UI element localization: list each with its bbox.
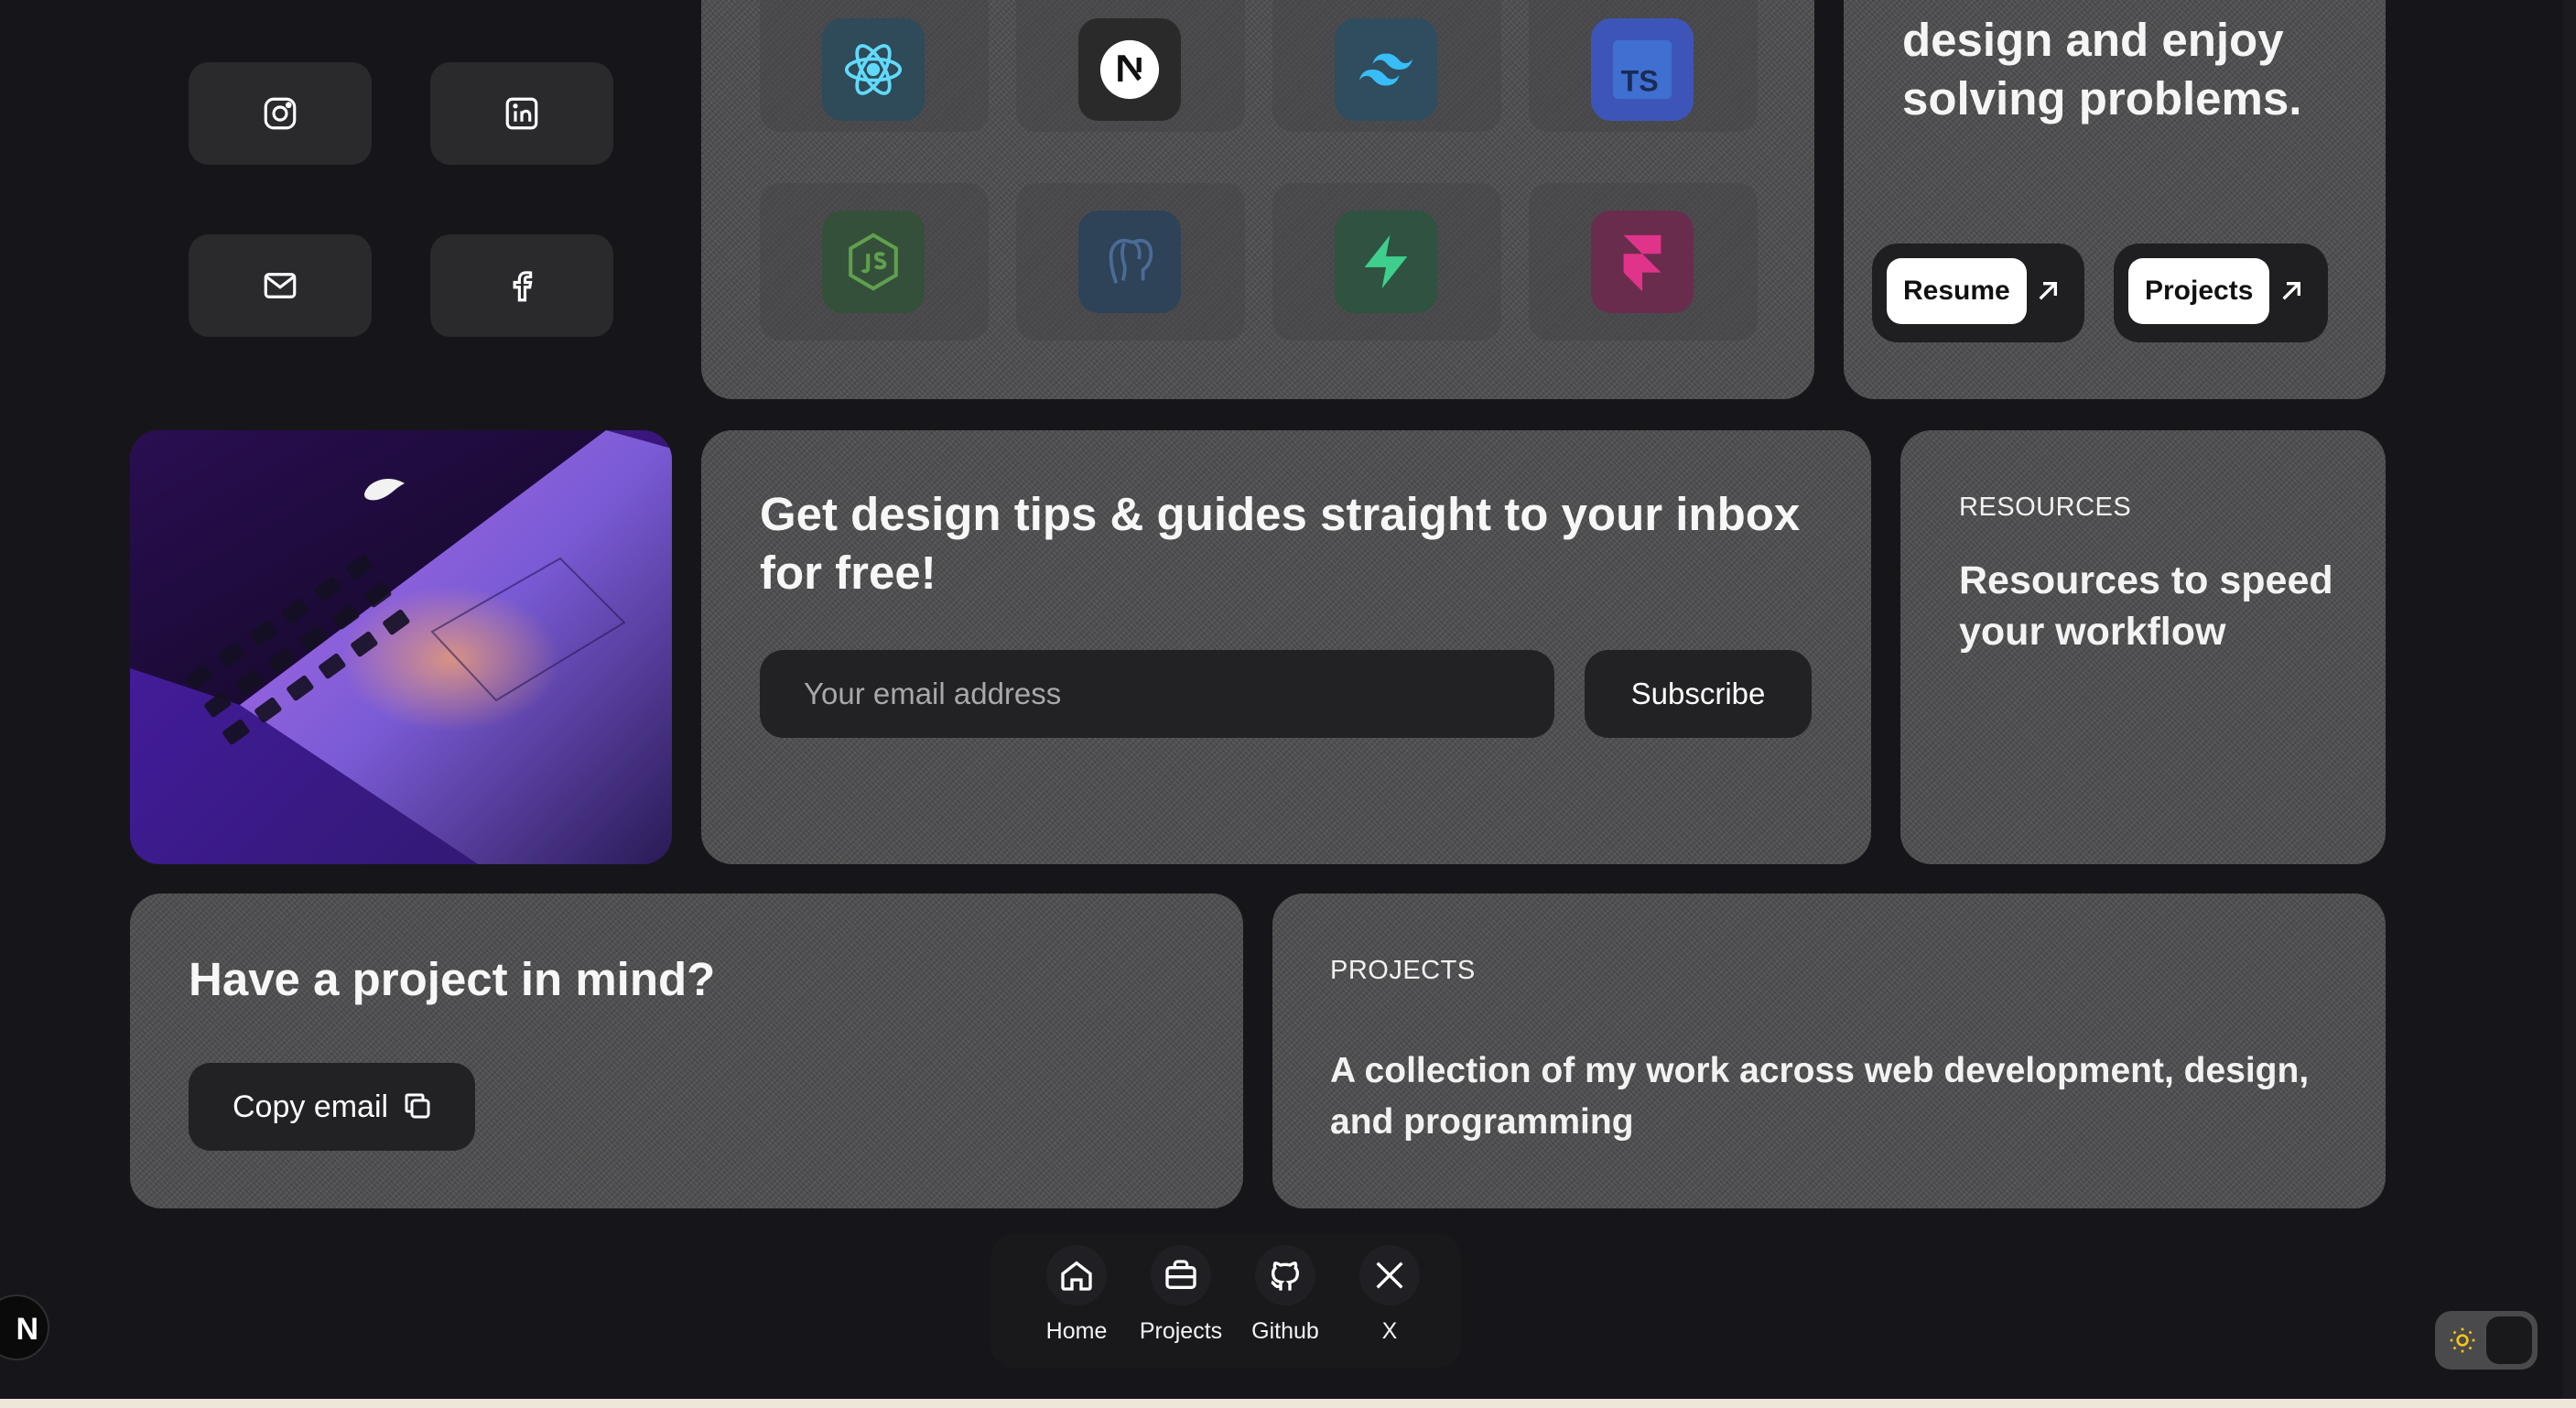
typescript-icon: TS <box>1591 18 1694 121</box>
instagram-icon <box>264 97 297 130</box>
nextjs-dev-badge[interactable]: N <box>0 1294 49 1360</box>
theme-toggle[interactable] <box>2435 1311 2538 1370</box>
instagram-button[interactable] <box>189 62 372 165</box>
dock-label-home: Home <box>1045 1318 1108 1344</box>
copy-email-button[interactable]: Copy email <box>189 1063 475 1151</box>
projects-eyebrow: PROJECTS <box>1330 956 1476 985</box>
resume-link[interactable]: Resume <box>1872 244 2084 342</box>
projects-label: Projects <box>2128 258 2270 324</box>
laptop-photo <box>130 430 672 864</box>
tech-stack-card: TS <box>701 0 1814 399</box>
copy-email-label: Copy email <box>233 1088 389 1124</box>
dock-item-home[interactable]: Home <box>1025 1234 1128 1345</box>
nodejs-icon <box>822 211 925 313</box>
copy-icon <box>405 1093 430 1119</box>
resources-eyebrow: RESOURCES <box>1959 493 2132 522</box>
framer-icon <box>1591 211 1694 313</box>
laptop-illustration <box>130 430 672 864</box>
tailwind-icon <box>1335 18 1437 121</box>
svg-text:TS: TS <box>1621 64 1659 97</box>
briefcase-icon <box>1165 1260 1196 1289</box>
supabase-icon <box>1335 211 1437 313</box>
toggle-knob <box>2486 1316 2532 1364</box>
github-icon <box>1271 1262 1300 1291</box>
cta-title: Have a project in mind? <box>189 953 716 1005</box>
facebook-icon <box>513 271 533 302</box>
about-text: design and enjoy solving problems. <box>1902 14 2302 125</box>
dock-item-x[interactable]: X <box>1338 1234 1441 1345</box>
dock-item-github[interactable]: Github <box>1234 1234 1337 1345</box>
bottom-edge <box>0 1399 2576 1408</box>
bottom-dock: Home Projects Github X <box>990 1234 1461 1368</box>
postgresql-icon <box>1078 211 1181 313</box>
dock-item-projects[interactable]: Projects <box>1130 1234 1232 1345</box>
facebook-button[interactable] <box>430 234 613 337</box>
scrollbar[interactable] <box>2563 0 2576 1399</box>
home-icon <box>1061 1261 1092 1291</box>
linkedin-icon <box>505 97 538 130</box>
resume-label: Resume <box>1887 258 2027 324</box>
arrow-up-right-icon <box>2282 282 2300 300</box>
subscribe-button[interactable]: Subscribe <box>1585 650 1812 738</box>
linkedin-button[interactable] <box>430 62 613 165</box>
email-input[interactable] <box>760 650 1554 738</box>
dock-label-github: Github <box>1251 1318 1319 1344</box>
mail-icon <box>264 273 297 298</box>
projects-description: A collection of my work across web devel… <box>1330 1051 2310 1142</box>
dock-label-x: X <box>1381 1318 1398 1344</box>
project-cta-card <box>130 894 1243 1208</box>
sun-icon <box>2450 1327 2475 1353</box>
nextjs-icon <box>1078 18 1181 121</box>
newsletter-title: Get design tips & guides straight to you… <box>760 488 1801 599</box>
arrow-up-right-icon <box>2039 282 2057 300</box>
resources-title: Resources to speed your workflow <box>1959 558 2333 654</box>
email-button[interactable] <box>189 234 372 337</box>
x-logo-icon <box>1376 1262 1403 1289</box>
dock-label-projects: Projects <box>1139 1318 1223 1344</box>
react-icon <box>822 18 925 121</box>
projects-link[interactable]: Projects <box>2114 244 2328 342</box>
